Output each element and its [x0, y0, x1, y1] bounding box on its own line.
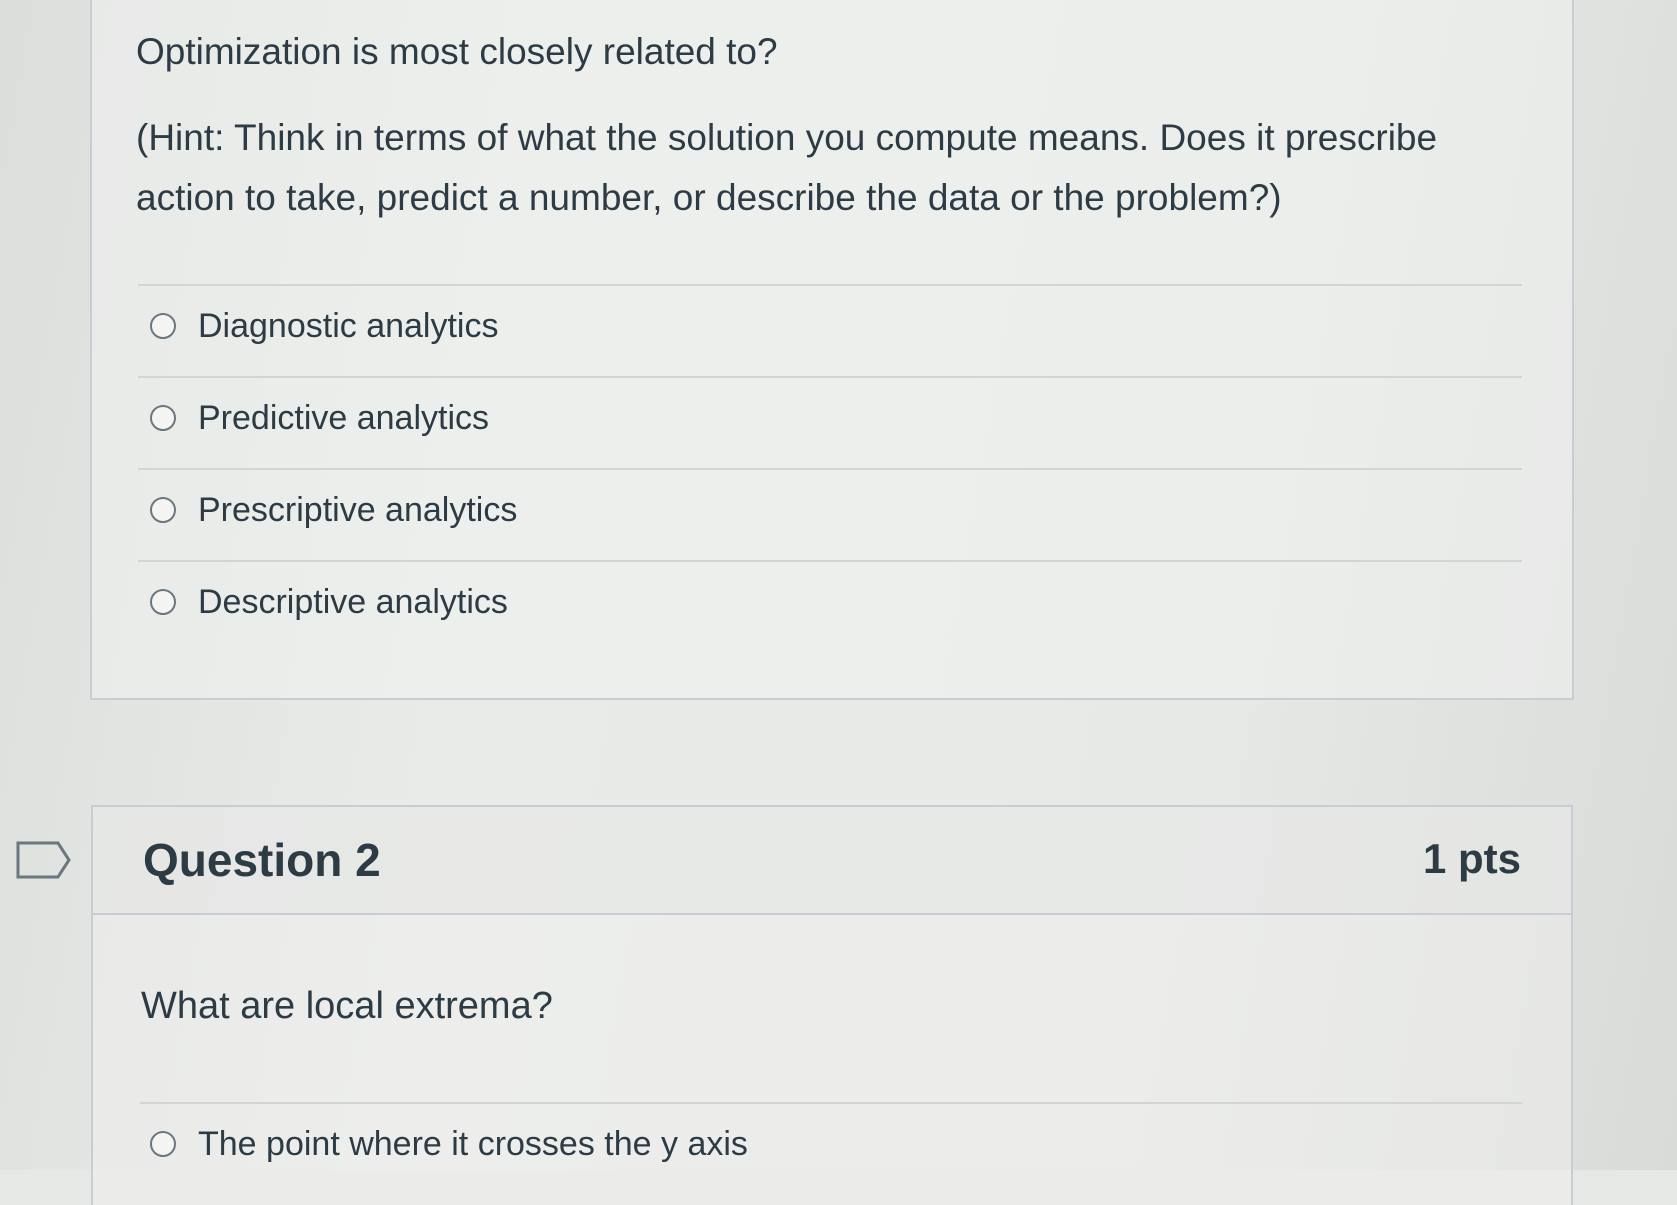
answer-divider [140, 1102, 1522, 1104]
question-1-text: Optimization is most closely related to? [136, 31, 778, 72]
question-2-header: Question 2 1 pts [93, 807, 1571, 915]
flag-question-icon[interactable] [16, 840, 72, 880]
radio-button-icon[interactable] [150, 313, 176, 339]
answer-option-prescriptive[interactable]: Prescriptive analytics [150, 480, 517, 540]
question-2-text: What are local extrema? [141, 985, 553, 1027]
answer-label: Predictive analytics [198, 398, 490, 437]
radio-button-icon[interactable] [150, 589, 176, 615]
answer-divider [138, 376, 1522, 378]
answer-option-descriptive[interactable]: Descriptive analytics [150, 572, 508, 632]
radio-button-icon[interactable] [150, 497, 176, 523]
answer-label: Descriptive analytics [198, 582, 508, 621]
answer-label: Prescriptive analytics [198, 490, 518, 529]
answer-divider [138, 560, 1522, 562]
answer-option-predictive[interactable]: Predictive analytics [150, 388, 489, 448]
answer-option-y-axis[interactable]: The point where it crosses the y axis [150, 1114, 748, 1174]
answer-divider [138, 284, 1522, 286]
answer-divider [138, 468, 1522, 470]
radio-button-icon[interactable] [150, 1131, 176, 1157]
answer-label: Diagnostic analytics [198, 306, 499, 345]
question-points: 1 pts [1422, 835, 1521, 882]
radio-button-icon[interactable] [150, 405, 176, 431]
question-title: Question 2 [143, 834, 381, 886]
answer-option-diagnostic[interactable]: Diagnostic analytics [150, 296, 498, 356]
question-1-hint: (Hint: Think in terms of what the soluti… [136, 117, 1438, 218]
answer-label: The point where it crosses the y axis [198, 1124, 748, 1163]
